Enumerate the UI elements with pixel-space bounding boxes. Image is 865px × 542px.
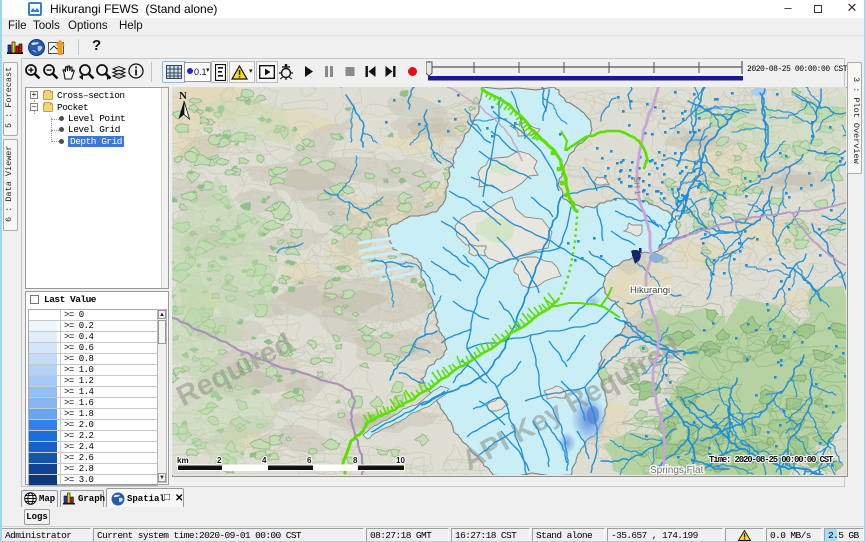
svg-text:4: 4 [262,456,267,465]
svg-text:10: 10 [396,456,405,465]
svg-text:Time: 2020-08-25 00:00:00 CST: Time: 2020-08-25 00:00:00 CST [709,455,834,465]
svg-text:N: N [179,90,187,102]
svg-text:8: 8 [353,456,358,465]
svg-text:Hikurangi: Hikurangi [630,285,670,296]
svg-text:SH 1: SH 1 [632,177,642,196]
svg-text:Springs Flat: Springs Flat [650,465,704,475]
svg-text:6: 6 [307,456,312,465]
svg-text:2: 2 [217,456,222,465]
svg-text:km: km [177,456,189,465]
